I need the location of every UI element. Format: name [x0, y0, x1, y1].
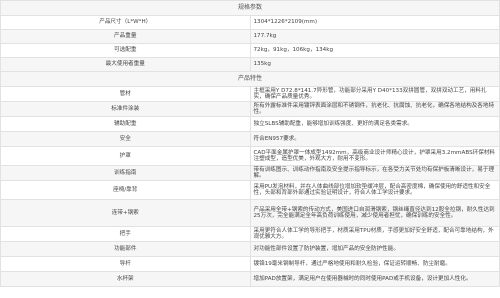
section-title: 产品特性: [0, 71, 500, 87]
row-value: 镀铬19毫米钢制导杆，通过严格地使用和耐久检验，保证运转顺畅、防尘耐磨。: [249, 256, 500, 272]
row-value: 72kg，91kg，106kg，134kg: [249, 43, 500, 58]
table-row: 把手 采用更符合人体工学的导形把手，材质采用TPU材质，手感更加好安全舒适，配合可…: [0, 226, 500, 242]
row-label: 连带+钢索: [0, 199, 251, 227]
row-label: 辅助配重: [0, 116, 251, 132]
table-row: 管材 主框采用Y D72.8*141.7异形管，功能部分采用Y D40*133双拼…: [0, 86, 500, 102]
row-label: 导杆: [0, 256, 251, 272]
row-label: 最大使用者重量: [0, 57, 251, 72]
row-value: 主框采用Y D72.8*141.7异形管，功能部分采用Y D40*133双拼圆管…: [249, 86, 500, 102]
section-header-row: 产品特性: [0, 71, 500, 87]
row-label: 标准件涂装: [0, 101, 251, 117]
row-label: 座椅/靠背: [0, 180, 251, 200]
table-row: 功能部件 对功能性部件设置了防护装置，增加产品的安全防护性能。: [0, 241, 500, 257]
table-row: 产品尺寸（L*W*H） 1304*1226*2109(mm): [0, 15, 500, 30]
table-row: 训练指南 带有训练图示、训练动作指南及安全提示指导标示，在各受力关节处均有保护板清…: [0, 165, 500, 181]
row-value: 采用更符合人体工学的导形把手，材质采用TPU材质，手感更加好安全舒适，配合可靠地…: [249, 226, 500, 242]
row-value: 1304*1226*2109(mm): [249, 15, 500, 30]
row-value: 产品采用全带+钢索的传动方式，美国进口自润滑钢索，钢丝绳直径达到12股全拉钢，耐…: [249, 199, 500, 227]
row-label: 训练指南: [0, 165, 251, 181]
row-value: 独立SLBS辅助配重，能够增加训练强度、更好的满足各类需求。: [249, 116, 500, 132]
row-value: 符合EN957要求。: [249, 131, 500, 147]
row-label: 功能部件: [0, 241, 251, 257]
table-row: 辅助配重 独立SLBS辅助配重，能够增加训练强度、更好的满足各类需求。: [0, 116, 500, 132]
row-label: 护罩: [0, 146, 251, 166]
section-title: 规格参数: [0, 0, 500, 16]
table-row: 产品重量 177.7kg: [0, 29, 500, 44]
table-row: 导杆 镀铬19毫米钢制导杆，通过严格地使用和耐久检验，保证运转顺畅、防尘耐磨。: [0, 256, 500, 272]
row-value: CAD平面金属护罩一体成型1492mm，高级商业设计师精心设计，护罩采用3.2m…: [249, 146, 500, 166]
spec-table: 规格参数 产品尺寸（L*W*H） 1304*1226*2109(mm) 产品重量 177…: [0, 0, 500, 287]
row-label: 安全: [0, 131, 251, 147]
row-value: 177.7kg: [249, 29, 500, 44]
row-label: 水杯架: [0, 271, 251, 287]
row-label: 把手: [0, 226, 251, 242]
row-label: 产品重量: [0, 29, 251, 44]
table-row: 护罩 CAD平面金属护罩一体成型1492mm，高级商业设计师精心设计，护罩采用3.…: [0, 146, 500, 166]
row-value: 135kg: [249, 57, 500, 72]
table-row: 最大使用者重量 135kg: [0, 57, 500, 72]
section-header-row: 规格参数: [0, 0, 500, 16]
row-label: 管材: [0, 86, 251, 102]
row-value: 带有训练图示、训练动作指南及安全提示指导标示，在各受力关节处均有保护板清晰设计，…: [249, 165, 500, 181]
table-row: 水杯架 增加PAD放置架，满足用户在使用器械时的同时使用PAD或手机设备，设计更加…: [0, 271, 500, 287]
row-label: 可选配重: [0, 43, 251, 58]
row-value: 增加PAD放置架，满足用户在使用器械时的同时使用PAD或手机设备，设计更加人性化…: [249, 271, 500, 287]
row-value: 对功能性部件设置了防护装置，增加产品的安全防护性能。: [249, 241, 500, 257]
table-row: 安全 符合EN957要求。: [0, 131, 500, 147]
row-value: 所有外露标准件采用镀锌表面涂层和不锈钢件，抗老化、抗腐蚀、抗老化，确保各地结构及…: [249, 101, 500, 117]
table-row: 标准件涂装 所有外露标准件采用镀锌表面涂层和不锈钢件，抗老化、抗腐蚀、抗老化，确保…: [0, 101, 500, 117]
table-row: 座椅/靠背 采用PU发泡材料，并在人体曲线部位增加软垫缓冲层，配合高密度棉，确保使…: [0, 180, 500, 200]
row-label: 产品尺寸（L*W*H）: [0, 15, 251, 30]
table-row: 连带+钢索 产品采用全带+钢索的传动方式，美国进口自润滑钢索，钢丝绳直径达到12股…: [0, 199, 500, 227]
row-value: 采用PU发泡材料，并在人体曲线部位增加软垫缓冲层，配合高密度棉，确保使用的舒适性…: [249, 180, 500, 200]
table-row: 可选配重 72kg，91kg，106kg，134kg: [0, 43, 500, 58]
spec-table-panel: 规格参数 产品尺寸（L*W*H） 1304*1226*2109(mm) 产品重量 177…: [0, 0, 500, 298]
